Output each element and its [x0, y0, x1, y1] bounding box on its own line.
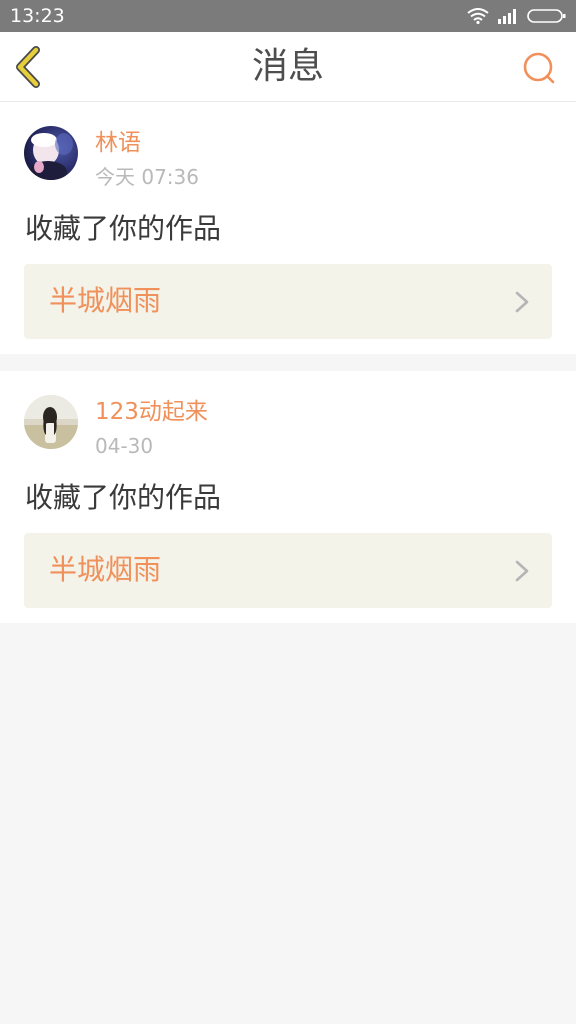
page-title: 消息	[251, 46, 324, 87]
nav-bar: 消息	[0, 32, 576, 102]
chevron-right-icon	[515, 291, 529, 313]
username[interactable]: 123动起来	[95, 397, 208, 427]
message-card: 123动起来 04-30 收藏了你的作品 半城烟雨	[0, 371, 576, 623]
search-button[interactable]	[520, 49, 558, 87]
work-link[interactable]: 半城烟雨	[24, 264, 552, 339]
avatar-image	[24, 395, 78, 449]
work-title: 半城烟雨	[49, 284, 162, 317]
wifi-icon	[467, 8, 489, 24]
timestamp: 04-30	[95, 434, 154, 458]
status-icons	[467, 7, 567, 25]
work-title: 半城烟雨	[49, 553, 162, 586]
signal-icon	[498, 9, 516, 24]
avatar[interactable]	[24, 395, 78, 449]
status-bar: 13:23	[0, 0, 576, 32]
work-link[interactable]: 半城烟雨	[24, 533, 552, 608]
avatar[interactable]	[24, 126, 78, 180]
message-card: 林语 今天 07:36 收藏了你的作品 半城烟雨	[0, 102, 576, 354]
avatar-image	[24, 126, 78, 180]
action-text: 收藏了你的作品	[25, 481, 222, 514]
search-icon	[523, 52, 555, 84]
chevron-right-icon	[515, 560, 529, 582]
action-text: 收藏了你的作品	[25, 212, 222, 245]
timestamp: 今天 07:36	[95, 165, 199, 189]
battery-icon	[527, 9, 566, 23]
username[interactable]: 林语	[95, 128, 141, 158]
status-time: 13:23	[10, 5, 65, 27]
